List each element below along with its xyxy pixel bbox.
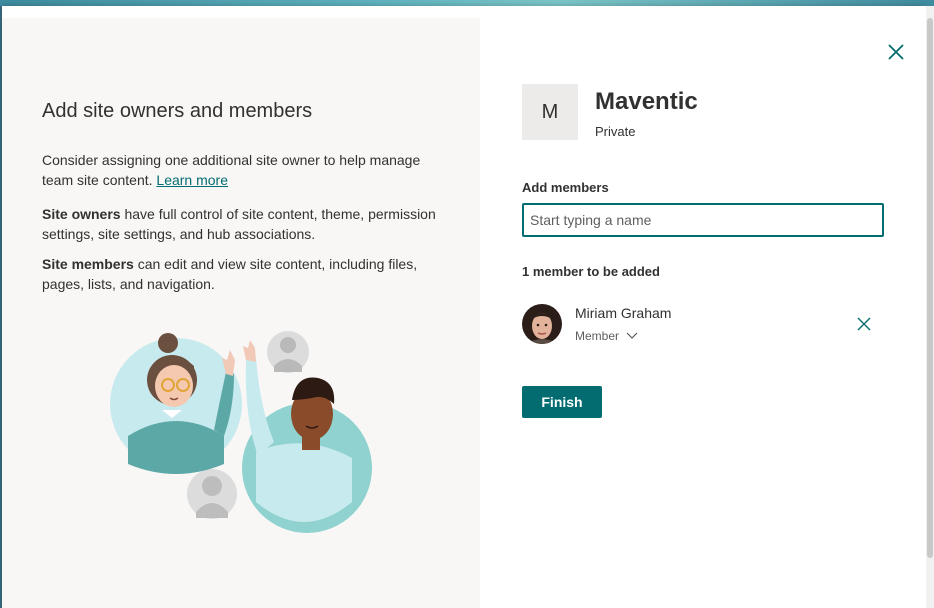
remove-member-icon[interactable] xyxy=(856,316,872,332)
member-name: Miriam Graham xyxy=(575,305,672,321)
chevron-down-icon xyxy=(626,332,638,339)
site-name: Maventic xyxy=(595,88,698,115)
members-count-label: 1 member to be added xyxy=(522,264,660,279)
panel-title: Add site owners and members xyxy=(42,100,313,122)
site-privacy: Private xyxy=(595,124,636,139)
info-panel: Add site owners and members Consider ass… xyxy=(2,18,480,608)
add-members-input[interactable] xyxy=(522,203,884,237)
avatar xyxy=(522,304,562,344)
member-list-item: Miriam Graham Member xyxy=(522,302,884,346)
members-term: Site members xyxy=(42,256,134,272)
owners-description: Site owners have full control of site co… xyxy=(42,206,436,242)
members-description: Site members can edit and view site cont… xyxy=(42,256,418,292)
member-role-value: Member xyxy=(575,329,620,343)
site-logo-tile: M xyxy=(522,84,578,140)
close-icon[interactable] xyxy=(884,40,908,64)
team-illustration xyxy=(110,331,372,533)
learn-more-link[interactable]: Learn more xyxy=(156,172,228,188)
scrollbar-thumb[interactable] xyxy=(927,18,933,558)
finish-button[interactable]: Finish xyxy=(522,386,602,418)
intro-text: Consider assigning one additional site o… xyxy=(42,152,421,188)
member-role-dropdown[interactable]: Member xyxy=(575,329,638,343)
add-members-label: Add members xyxy=(522,180,609,195)
owners-term: Site owners xyxy=(42,206,121,222)
dialog-scrollbar[interactable] xyxy=(926,6,934,608)
